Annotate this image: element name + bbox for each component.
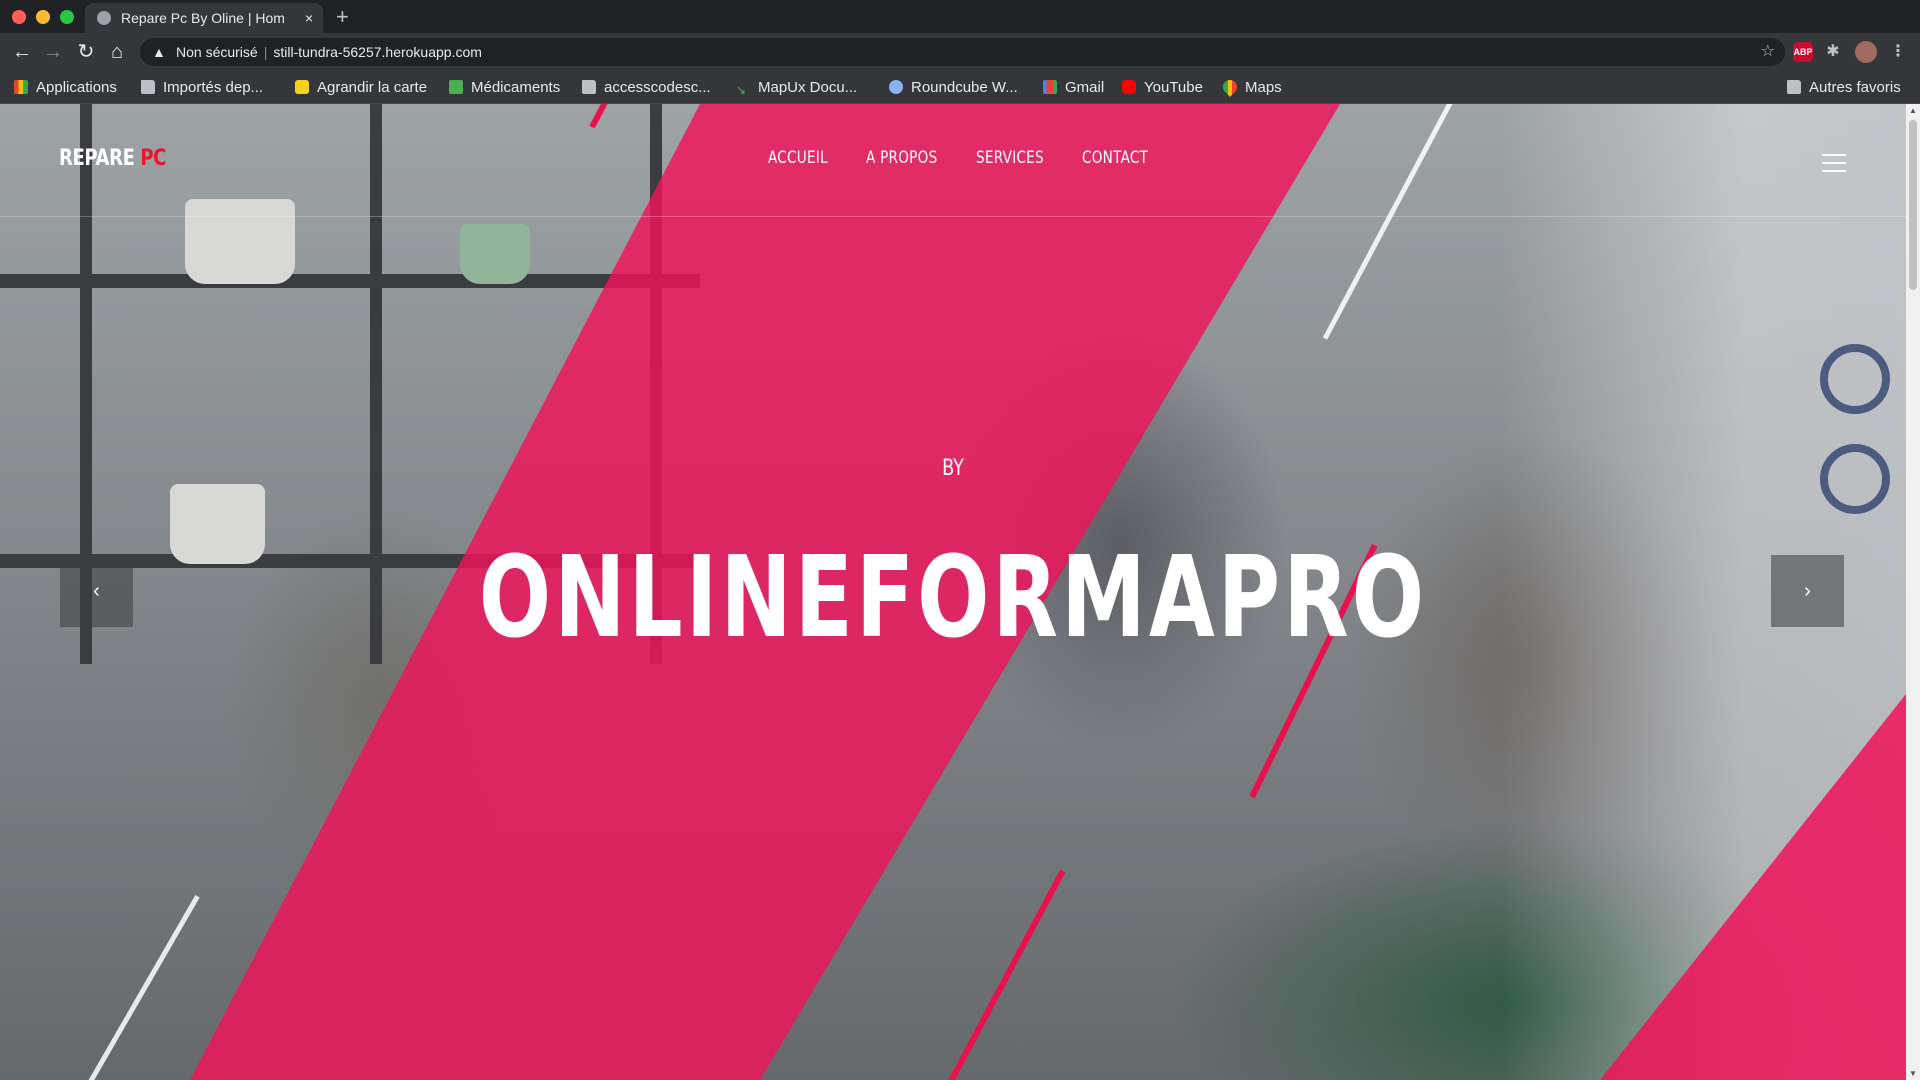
new-tab-button[interactable]: + (336, 3, 349, 31)
url-text[interactable]: still-tundra-56257.herokuapp.com (273, 44, 482, 60)
bookmark-autres-favoris[interactable]: Autres favoris (1787, 71, 1901, 104)
browser-toolbar: ← → ↻ ⌂ ▲ Non sécurisé | still-tundra-5625… (0, 33, 1920, 71)
pharmacy-icon (449, 80, 463, 94)
tab-close-icon[interactable]: × (305, 3, 313, 33)
bookmark-label: Importés dep... (163, 79, 264, 96)
site-logo[interactable]: REPARE PC (59, 146, 166, 171)
page-scrollbar[interactable]: ▲ ▼ (1906, 104, 1920, 1080)
bookmark-medicaments[interactable]: Médicaments (449, 71, 560, 104)
bookmark-label: accesscodesc... (604, 79, 711, 96)
tab-bar: Repare Pc By Oline | Hom × + (0, 0, 1920, 33)
slider-next-button[interactable]: › (1771, 555, 1844, 627)
browser-menu-icon[interactable]: ⋮ (1890, 42, 1906, 62)
folder-icon (1787, 80, 1801, 94)
bookmark-label: YouTube (1144, 79, 1203, 96)
bookmark-label: Gmail (1065, 79, 1105, 96)
bookmark-importes[interactable]: Importés dep... (141, 71, 263, 104)
forward-icon[interactable]: → (42, 41, 64, 63)
hero-title: ONLINEFORMAPRO (478, 533, 1428, 663)
bookmark-label: MapUx Docu... (758, 79, 858, 96)
folder-icon (141, 80, 155, 94)
maximize-window-button[interactable] (60, 10, 74, 24)
bookmark-gmail[interactable]: Gmail (1043, 71, 1104, 104)
address-bar[interactable]: ▲ Non sécurisé | still-tundra-56257.heroku… (140, 38, 1785, 66)
bookmark-youtube[interactable]: YouTube (1122, 71, 1203, 104)
globe-icon (97, 11, 111, 25)
nav-services[interactable]: SERVICES (976, 148, 1044, 168)
bookmark-label: Autres favoris (1809, 79, 1901, 96)
bookmark-label: Agrandir la carte (317, 79, 428, 96)
apps-icon (14, 80, 28, 94)
slider-prev-button[interactable]: ‹ (60, 555, 133, 627)
scrollbar-thumb[interactable] (1909, 120, 1917, 290)
minimize-window-button[interactable] (36, 10, 50, 24)
adblock-icon[interactable]: ABP (1793, 42, 1813, 62)
bookmark-label: Maps (1245, 79, 1282, 96)
bookmark-star-icon[interactable]: ☆ (1761, 38, 1775, 66)
back-icon[interactable]: ← (11, 41, 33, 63)
tab-title: Repare Pc By Oline | Hom (121, 10, 285, 26)
omnibox-separator: | (263, 44, 268, 60)
site-header: REPARE PC ACCUEIL A PROPOS SERVICES CONT… (0, 104, 1906, 217)
security-label[interactable]: Non sécurisé (176, 44, 258, 60)
bookmark-label: Médicaments (471, 79, 561, 96)
nav-contact[interactable]: CONTACT (1082, 148, 1148, 168)
profile-avatar[interactable] (1855, 41, 1877, 63)
browser-tab[interactable]: Repare Pc By Oline | Hom × (85, 3, 323, 33)
mapux-icon: ↘ (736, 83, 747, 97)
youtube-icon (1122, 80, 1136, 94)
bookmark-applications[interactable]: Applications (14, 71, 117, 104)
scroll-down-icon[interactable]: ▼ (1908, 1069, 1918, 1078)
maps-icon (1220, 77, 1240, 97)
chevron-left-icon: ‹ (93, 580, 100, 602)
bookmark-roundcube[interactable]: Roundcube W... (889, 71, 1018, 104)
reload-icon[interactable]: ↻ (75, 41, 97, 63)
bookmark-agrandir[interactable]: Agrandir la carte (295, 71, 427, 104)
roundcube-icon (889, 80, 903, 94)
extensions-icon[interactable]: ✱ (1823, 42, 1843, 62)
nav-a-propos[interactable]: A PROPOS (866, 148, 937, 168)
bookmark-mapux[interactable]: ↘ MapUx Docu... (736, 71, 857, 104)
page-viewport: REPARE PC ACCUEIL A PROPOS SERVICES CONT… (0, 104, 1906, 1080)
bookmark-accesscodes[interactable]: accesscodesc... (582, 71, 711, 104)
bookmarks-bar: Applications Importés dep... Agrandir la… (0, 71, 1920, 104)
close-window-button[interactable] (12, 10, 26, 24)
hamburger-menu-icon[interactable] (1822, 154, 1846, 172)
bookmark-label: Applications (36, 79, 117, 96)
bookmark-label: Roundcube W... (911, 79, 1018, 96)
chevron-right-icon: › (1804, 580, 1811, 602)
nav-accueil[interactable]: ACCUEIL (768, 148, 828, 168)
home-icon[interactable]: ⌂ (106, 41, 128, 63)
hero-subtitle: BY (942, 456, 964, 481)
warning-icon: ▲ (152, 44, 166, 60)
scroll-up-icon[interactable]: ▲ (1908, 106, 1918, 115)
smile-icon (295, 80, 309, 94)
folder-icon (582, 80, 596, 94)
bookmark-maps[interactable]: Maps (1220, 71, 1282, 104)
gmail-icon (1043, 80, 1057, 94)
